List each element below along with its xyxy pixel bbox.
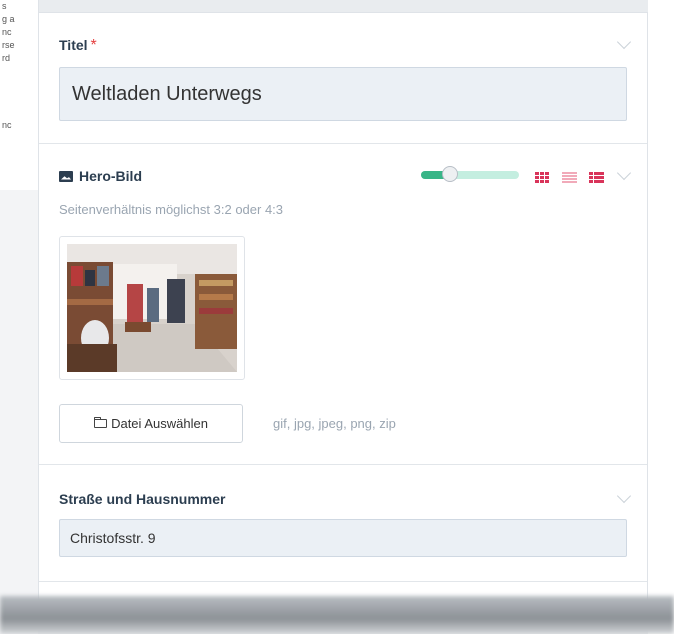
fragment-line: rse <box>2 40 15 50</box>
blurred-background <box>0 596 674 634</box>
chevron-down-icon[interactable] <box>616 34 632 50</box>
fragment-line: rd <box>2 53 11 63</box>
allowed-file-types: gif, jpg, jpeg, png, zip <box>273 416 396 431</box>
title-label: Titel <box>59 37 88 53</box>
choose-file-label: Datei Auswählen <box>111 416 208 431</box>
shop-interior-photo <box>67 244 237 372</box>
background-area <box>0 190 38 634</box>
hero-image-label: Hero-Bild <box>79 168 142 184</box>
fragment-line: nc <box>2 120 12 130</box>
background-area <box>648 0 674 634</box>
chevron-down-icon[interactable] <box>616 488 632 504</box>
image-thumbnail[interactable] <box>59 236 245 380</box>
fragment-line: s <box>2 1 7 11</box>
chevron-down-icon[interactable] <box>616 165 632 181</box>
table-layout-icon[interactable] <box>589 172 604 183</box>
folder-open-icon <box>94 417 108 428</box>
image-size-slider[interactable] <box>421 166 519 182</box>
image-icon <box>59 170 73 182</box>
aspect-ratio-hint: Seitenverhältnis möglichst 3:2 oder 4:3 <box>59 202 284 217</box>
list-layout-icon[interactable] <box>562 172 577 183</box>
choose-file-button[interactable]: Datei Auswählen <box>59 404 243 443</box>
street-field-section: Straße und Hausnummer Christofsstr. 9 <box>39 465 647 582</box>
fragment-line: g a <box>2 14 15 24</box>
fragment-line: nc <box>2 27 12 37</box>
hero-image-section: Hero-Bild Seitenverhältnis möglichst 3:2… <box>39 144 647 465</box>
background-page-fragment: s g a nc rse rd nc <box>0 0 39 190</box>
edit-form-panel: Titel * Weltladen Unterwegs Hero-Bild Sei… <box>38 12 648 604</box>
slider-handle[interactable] <box>442 166 459 182</box>
street-label: Straße und Hausnummer <box>59 491 226 507</box>
street-input[interactable]: Christofsstr. 9 <box>59 519 627 557</box>
required-marker: * <box>90 37 97 54</box>
title-field-section: Titel * Weltladen Unterwegs <box>39 13 647 144</box>
title-input[interactable]: Weltladen Unterwegs <box>59 67 627 121</box>
grid-layout-icon[interactable] <box>535 172 550 183</box>
